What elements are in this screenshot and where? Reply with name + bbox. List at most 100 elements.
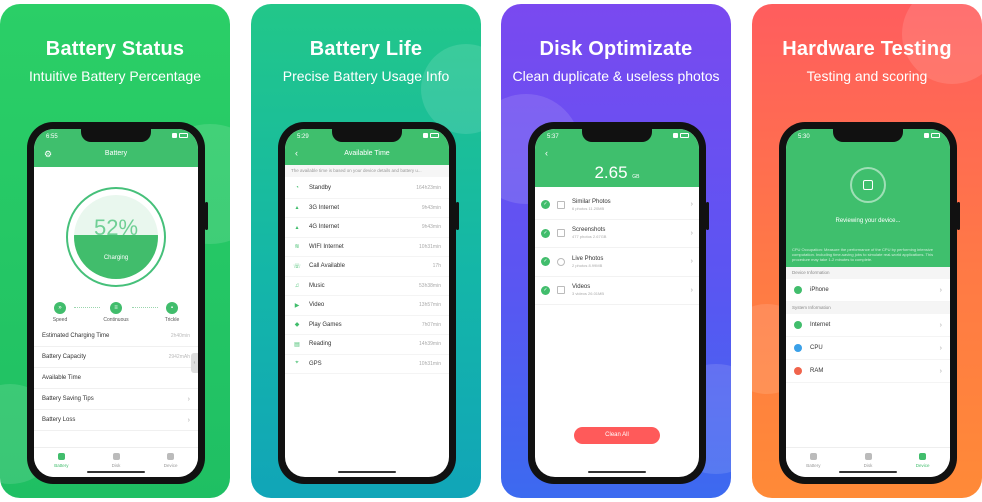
mode-continuous: ≡ Continuous	[98, 302, 134, 323]
phone-frame: 5:37 ‹ 2.65 GB ✓ Similar Photos 6 photos 1…	[528, 122, 709, 484]
collapse-handle[interactable]: ‹	[191, 353, 198, 373]
device-icon	[167, 453, 175, 460]
battery-icon	[680, 133, 689, 138]
status-time: 5:29	[297, 134, 309, 140]
check-icon[interactable]: ✓	[541, 200, 550, 210]
list-item: ▴ 4G Internet 9h43min	[285, 218, 449, 238]
list-item: ◔ Standby 164h23min	[285, 179, 449, 199]
phone-frame: 6:55 ⚙ Battery 52% Charging » Speed ≡ Co…	[27, 122, 208, 484]
list-item: Battery Capacity 2942mAh	[34, 347, 198, 368]
list-item[interactable]: Internet ›	[786, 314, 950, 337]
clean-all-button[interactable]: Clean All	[574, 427, 660, 444]
battery-percent: 52%	[93, 215, 139, 240]
check-icon[interactable]: ✓	[541, 257, 550, 267]
list-item[interactable]: ✓ Similar Photos 6 photos 11.20MB ›	[535, 191, 699, 220]
side-button	[456, 202, 459, 230]
promo-subheading: Intuitive Battery Percentage	[29, 68, 201, 84]
chevron-right-icon: ›	[939, 321, 942, 329]
tab-device[interactable]: Device	[895, 448, 950, 477]
scan-ring	[850, 167, 886, 203]
battery-gauge: 52% Charging	[66, 187, 166, 287]
battery-info-list: Estimated Charging Time 2h40min Battery C…	[34, 326, 198, 431]
junk-size: 2.65 GB	[594, 163, 640, 182]
list-item: Estimated Charging Time 2h40min	[34, 326, 198, 347]
list-item[interactable]: ✓ Live Photos 2 photos 8.99MB ›	[535, 248, 699, 277]
screenshot-icon	[557, 229, 565, 238]
charging-state: Charging	[103, 255, 129, 261]
battery-icon	[809, 453, 817, 460]
disk-categories-list: ✓ Similar Photos 6 photos 11.20MB › ✓ Screen…	[535, 191, 699, 305]
live-photo-icon	[557, 257, 565, 266]
check-icon[interactable]: ✓	[541, 285, 550, 295]
phone-screen: 5:30 Reviewing your device... CPU Occupa…	[786, 129, 950, 477]
signal-icon	[423, 133, 428, 138]
music-icon: ♫	[294, 282, 300, 289]
phone-frame: 5:30 Reviewing your device... CPU Occupa…	[779, 122, 960, 484]
phone-icon	[794, 286, 802, 294]
home-indicator	[87, 471, 145, 473]
ram-icon	[794, 367, 802, 375]
list-item[interactable]: Battery Loss ›	[34, 410, 198, 431]
list-item[interactable]: ✓ Screenshots 477 photos 2.67GB ›	[535, 220, 699, 248]
device-info-list: Device Information iPhone › System Inform…	[786, 267, 950, 383]
reading-icon: ▤	[294, 341, 300, 348]
list-item[interactable]: CPU ›	[786, 337, 950, 360]
cpu-description: CPU Occupation: Measure the performance …	[792, 247, 934, 262]
gps-icon: ⌖	[295, 360, 299, 367]
promo-card-battery-life: Battery Life Precise Battery Usage Info …	[251, 4, 481, 498]
status-time: 5:37	[547, 134, 559, 140]
game-icon: ◆	[294, 322, 300, 329]
side-button	[706, 202, 709, 230]
chevron-right-icon: ›	[690, 201, 693, 209]
promo-subheading: Clean duplicate & useless photos	[512, 68, 720, 84]
signal-icon	[673, 133, 678, 138]
phone-notch	[582, 129, 652, 142]
chevron-right-icon: ›	[939, 344, 942, 352]
chevron-right-icon: ›	[690, 286, 693, 294]
speed-icon: »	[54, 302, 66, 314]
list-item[interactable]: ✓ Videos 3 videos 26.01MB ›	[535, 277, 699, 305]
cpu-icon	[794, 344, 802, 352]
mode-speed: » Speed	[42, 302, 78, 323]
promo-card-battery-status: Battery Status Intuitive Battery Percent…	[0, 4, 230, 498]
chevron-right-icon: ›	[187, 416, 190, 424]
device-icon	[919, 453, 927, 460]
promo-heading: Hardware Testing	[782, 38, 952, 60]
4g-icon: ▴	[295, 224, 299, 231]
trickle-icon: ▪	[166, 302, 178, 314]
internet-icon	[794, 321, 802, 329]
tab-device[interactable]: Device	[143, 448, 198, 477]
list-item: ⌖ GPS 10h31min	[285, 355, 449, 374]
list-item[interactable]: RAM ›	[786, 360, 950, 383]
info-note: The available time is based on your devi…	[285, 165, 449, 177]
available-time-list: ◔ Standby 164h23min ▴ 3G Internet 9h43min ▴ 4…	[285, 179, 449, 374]
signal-icon	[924, 133, 929, 138]
tab-battery[interactable]: Battery	[786, 448, 841, 477]
home-indicator	[588, 471, 646, 473]
list-item[interactable]: Available Time	[34, 368, 198, 389]
check-icon[interactable]: ✓	[541, 228, 550, 238]
signal-icon	[172, 133, 177, 138]
list-item[interactable]: iPhone ›	[786, 279, 950, 302]
list-item[interactable]: Battery Saving Tips ›	[34, 389, 198, 410]
promo-card-disk-optimizate: Disk Optimizate Clean duplicate & useles…	[501, 4, 731, 498]
phone-screen: 6:55 ⚙ Battery 52% Charging » Speed ≡ Co…	[34, 129, 198, 477]
section-header: System Information	[786, 302, 950, 314]
phone-frame: 5:29 ‹ Available Time The available time…	[278, 122, 459, 484]
battery-icon	[57, 453, 65, 460]
photo-icon	[557, 200, 565, 209]
tab-battery[interactable]: Battery	[34, 448, 89, 477]
status-time: 6:55	[46, 134, 58, 140]
back-icon[interactable]: ‹	[545, 148, 548, 158]
phone-notch	[332, 129, 402, 142]
call-icon: ☏	[293, 263, 301, 270]
promo-heading: Battery Status	[45, 38, 185, 60]
continuous-icon: ≡	[110, 302, 122, 314]
mode-trickle: ▪ Trickle	[154, 302, 190, 323]
phone-notch	[81, 129, 151, 142]
video-icon: ▶	[294, 302, 300, 309]
battery-icon	[179, 133, 188, 138]
standby-icon: ◔	[295, 185, 299, 192]
list-item: ▶ Video 13h57min	[285, 296, 449, 316]
status-time: 5:30	[798, 134, 810, 140]
